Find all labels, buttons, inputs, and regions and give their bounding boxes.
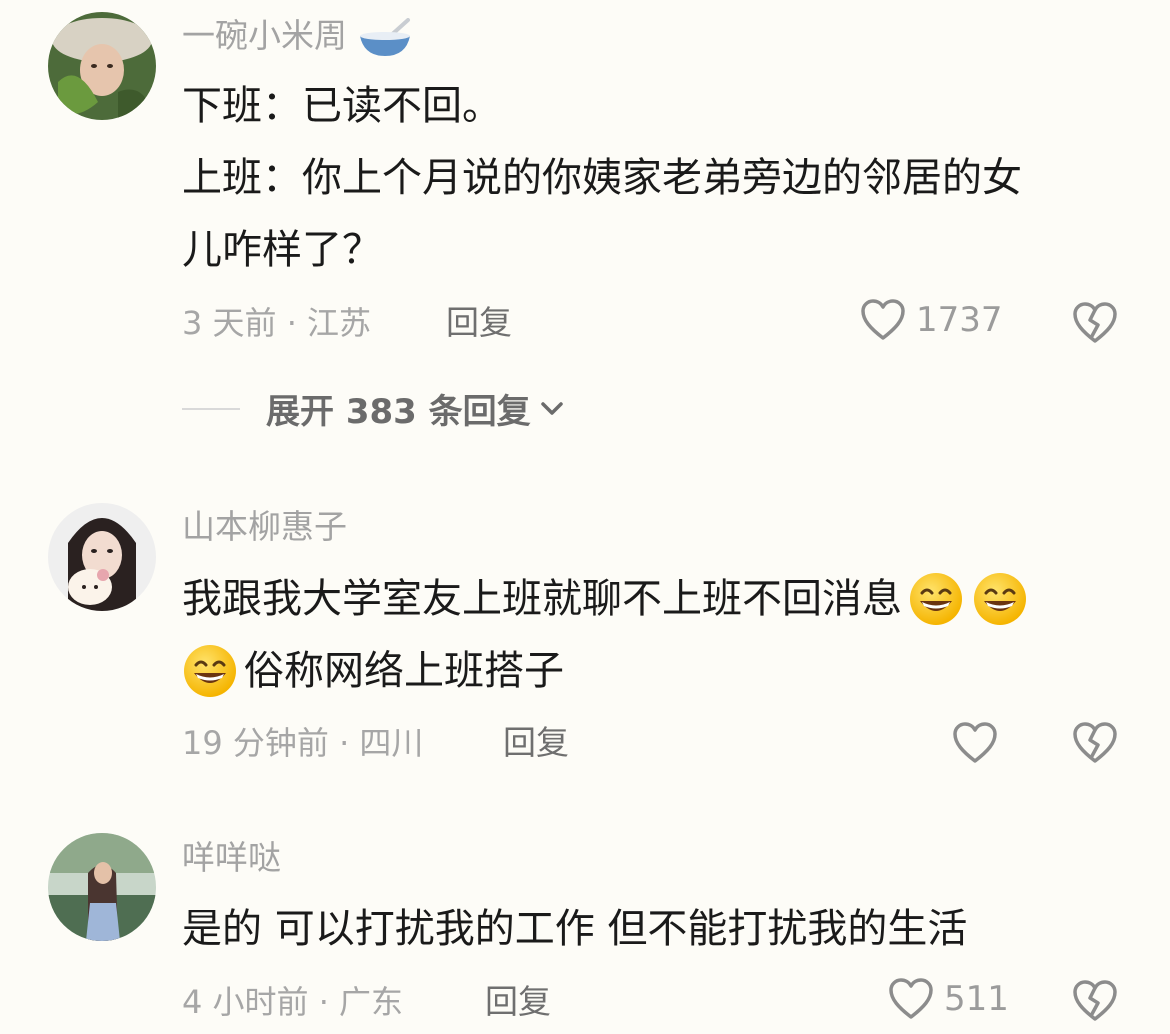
comment-body: 下班：已读不回。 上班：你上个月说的你姨家老弟旁边的邻居的女 儿咋样了？ — [182, 70, 1122, 286]
heart-icon — [889, 978, 933, 1019]
reply-button[interactable]: 回复 — [503, 723, 569, 763]
heart-icon — [861, 299, 905, 340]
like-count: 1737 — [916, 300, 1003, 340]
expand-label: 展开 383 条回复 — [266, 392, 531, 432]
username-text: 一碗小米周 — [182, 16, 347, 55]
grinning-face-icon — [910, 573, 962, 625]
like-count: 511 — [944, 979, 1009, 1019]
comment-line: 我跟我大学室友上班就聊不上班不回消息 — [182, 563, 1122, 635]
time-location: 3 天前 · 江苏 — [182, 304, 372, 342]
comment-line: 儿咋样了？ — [182, 227, 382, 273]
reply-button[interactable]: 回复 — [446, 303, 512, 343]
heart-icon[interactable] — [952, 720, 998, 766]
like-button[interactable]: 1737 — [860, 298, 1003, 342]
like-button[interactable]: 511 — [888, 977, 1009, 1021]
avatar[interactable] — [48, 503, 156, 611]
grinning-face-icon — [184, 645, 236, 697]
bowl-icon — [359, 17, 410, 56]
username[interactable]: 咩咩哒 — [182, 838, 281, 878]
comment-text: 我跟我大学室友上班就聊不上班不回消息 — [182, 576, 902, 622]
comment-line: 下班：已读不回。 — [182, 83, 502, 129]
broken-heart-icon[interactable] — [1072, 978, 1118, 1024]
comment-body: 是的 可以打扰我的工作 但不能打扰我的生活 — [182, 893, 1122, 965]
username[interactable]: 山本柳惠子 — [182, 507, 347, 547]
comment-line: 俗称网络上班搭子 — [182, 635, 1122, 707]
time-location: 19 分钟前 · 四川 — [182, 724, 424, 762]
comment-line: 上班：你上个月说的你姨家老弟旁边的邻居的女 — [182, 155, 1022, 201]
broken-heart-icon[interactable] — [1072, 300, 1118, 346]
chevron-down-icon — [540, 401, 563, 415]
time-location: 4 小时前 · 广东 — [182, 983, 404, 1021]
reply-button[interactable]: 回复 — [485, 982, 551, 1022]
divider — [182, 407, 240, 410]
grinning-face-icon — [974, 573, 1026, 625]
comment-text: 俗称网络上班搭子 — [244, 648, 564, 694]
expand-replies-button[interactable]: 展开 383 条回复 — [182, 384, 565, 433]
comment-body: 我跟我大学室友上班就聊不上班不回消息 俗称网络上班搭子 — [182, 563, 1122, 707]
broken-heart-icon[interactable] — [1072, 720, 1118, 766]
username[interactable]: 一碗小米周 — [182, 16, 412, 58]
avatar[interactable] — [48, 833, 156, 941]
comment-line: 是的 可以打扰我的工作 但不能打扰我的生活 — [182, 906, 968, 952]
avatar[interactable] — [48, 12, 156, 120]
